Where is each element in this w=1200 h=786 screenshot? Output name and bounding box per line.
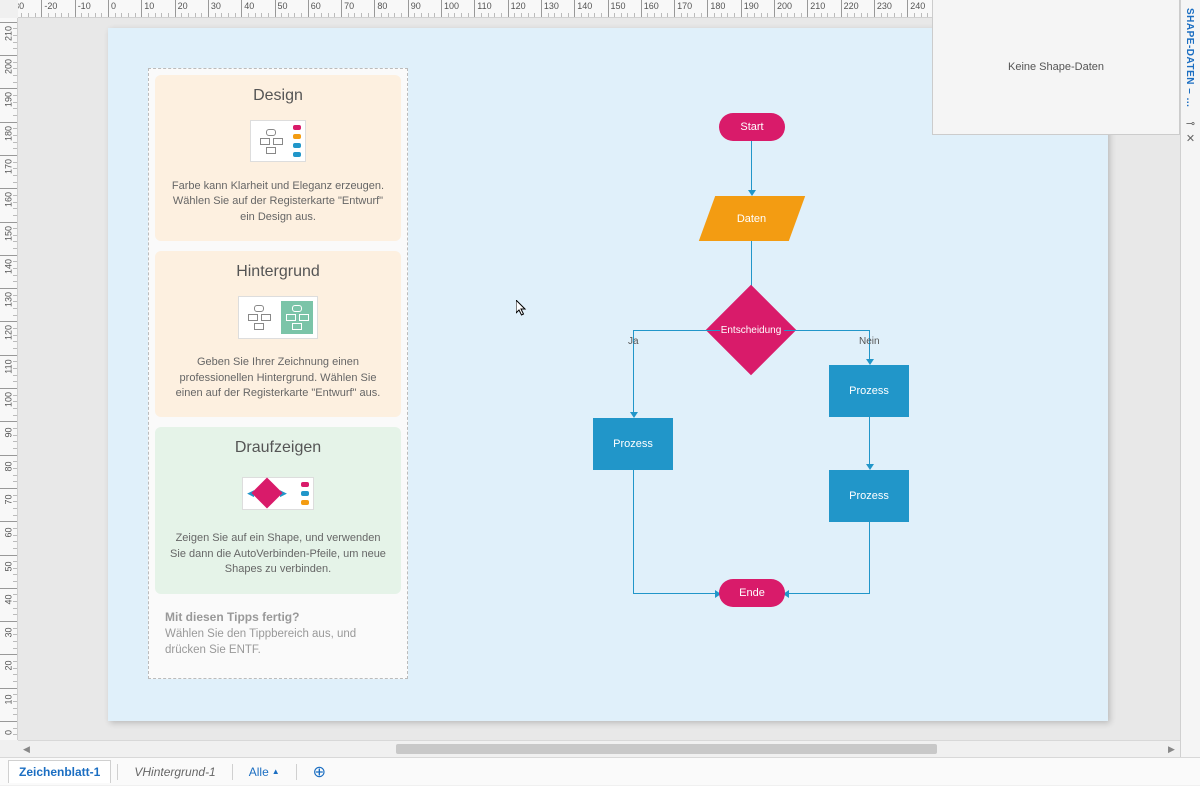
tip-text: Zeigen Sie auf ein Shape, und verwenden … bbox=[169, 531, 387, 577]
shape-data-empty-text: Keine Shape-Daten bbox=[1008, 61, 1104, 73]
ruler-vertical: -100102030405060708090100110120130140150… bbox=[0, 18, 18, 740]
shape-end[interactable]: Ende bbox=[719, 579, 785, 607]
separator bbox=[232, 764, 233, 780]
tips-done-title: Mit diesen Tipps fertig? bbox=[165, 610, 391, 624]
shape-data[interactable]: Daten bbox=[699, 196, 805, 241]
scroll-track[interactable] bbox=[35, 741, 1163, 758]
tip-text: Geben Sie Ihrer Zeichnung einen professi… bbox=[169, 355, 387, 401]
shape-process[interactable]: Prozess bbox=[593, 418, 673, 470]
connector[interactable] bbox=[633, 330, 720, 331]
tips-done-text: Wählen Sie den Tippbereich aus, und drüc… bbox=[165, 626, 391, 658]
tip-card-background: Hintergrund bbox=[155, 251, 401, 417]
close-icon[interactable]: ✕ bbox=[1181, 132, 1200, 145]
tips-done: Mit diesen Tipps fertig? Wählen Sie den … bbox=[155, 604, 401, 672]
separator bbox=[296, 764, 297, 780]
tip-illustration bbox=[169, 113, 387, 169]
tip-illustration: ◀ ▶ bbox=[169, 465, 387, 521]
shape-data-sidebar[interactable]: SHAPE-DATEN – ... ⊸ ✕ bbox=[1180, 0, 1200, 785]
separator bbox=[117, 764, 118, 780]
tab-background-1[interactable]: VHintergrund-1 bbox=[124, 761, 225, 783]
connector[interactable] bbox=[788, 593, 870, 594]
label-yes: Ja bbox=[628, 336, 639, 347]
dropdown-icon: ▲ bbox=[272, 767, 280, 776]
shape-data-tab-label[interactable]: SHAPE-DATEN – ... bbox=[1181, 0, 1198, 115]
connector[interactable] bbox=[633, 593, 716, 594]
label-no: Nein bbox=[859, 336, 880, 347]
pin-icon[interactable]: ⊸ bbox=[1181, 117, 1200, 130]
tip-card-hover: Draufzeigen ◀ ▶ bbox=[155, 427, 401, 593]
connector[interactable] bbox=[784, 330, 869, 331]
add-sheet-button[interactable]: ⊕ bbox=[303, 758, 336, 786]
scroll-left-button[interactable]: ◀ bbox=[18, 741, 35, 758]
tab-all[interactable]: Alle▲ bbox=[239, 761, 290, 783]
sheet-tab-bar: Zeichenblatt-1 VHintergrund-1 Alle▲ ⊕ bbox=[0, 757, 1200, 785]
connector[interactable] bbox=[869, 522, 870, 593]
connector[interactable] bbox=[633, 470, 634, 593]
shape-start[interactable]: Start bbox=[719, 113, 785, 141]
tab-sheet-1[interactable]: Zeichenblatt-1 bbox=[8, 760, 111, 783]
tip-text: Farbe kann Klarheit und Eleganz erzeugen… bbox=[169, 179, 387, 225]
flowchart: Start Daten Entscheidung Ja Prozess Nein bbox=[478, 108, 1078, 678]
connector[interactable] bbox=[751, 141, 752, 191]
scroll-right-button[interactable]: ▶ bbox=[1163, 741, 1180, 758]
tip-title: Draufzeigen bbox=[169, 439, 387, 457]
shape-process[interactable]: Prozess bbox=[829, 365, 909, 417]
connector[interactable] bbox=[869, 417, 870, 465]
shape-process[interactable]: Prozess bbox=[829, 470, 909, 522]
tip-card-design: Design bbox=[155, 75, 401, 241]
tip-title: Design bbox=[169, 87, 387, 105]
shape-data-panel[interactable]: Keine Shape-Daten bbox=[932, 0, 1180, 135]
horizontal-scrollbar[interactable]: ◀ ▶ bbox=[18, 740, 1180, 757]
tip-title: Hintergrund bbox=[169, 263, 387, 281]
tip-illustration bbox=[169, 289, 387, 345]
tips-panel[interactable]: Design bbox=[148, 68, 408, 679]
scroll-thumb[interactable] bbox=[396, 744, 937, 754]
